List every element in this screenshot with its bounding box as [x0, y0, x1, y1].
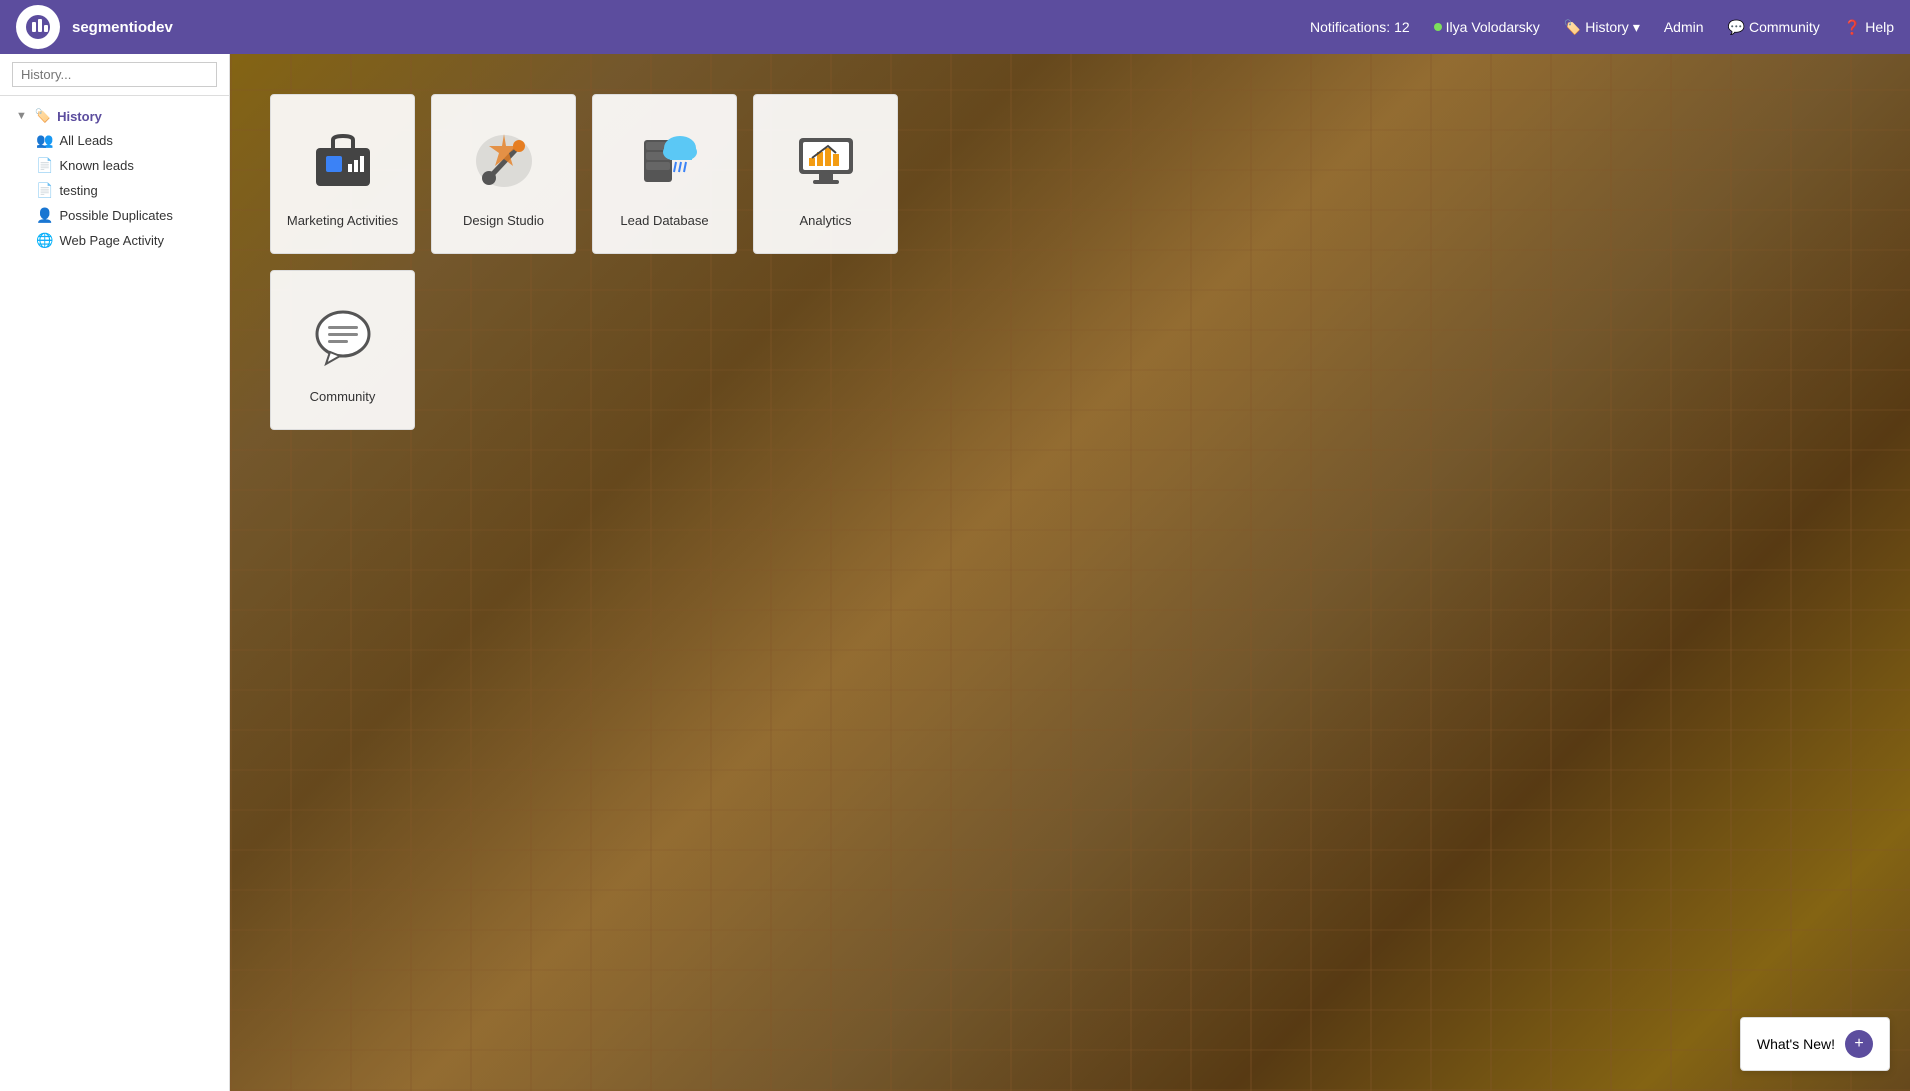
whats-new-label: What's New!: [1757, 1036, 1835, 1052]
tile-community-label: Community: [310, 389, 376, 404]
tile-design-studio-label: Design Studio: [463, 213, 544, 228]
history-tree-icon: 🏷️: [35, 108, 51, 124]
tile-marketing-activities[interactable]: Marketing Activities: [270, 94, 415, 254]
sidebar-item-testing[interactable]: 📄 testing: [0, 178, 229, 203]
testing-icon: 📄: [36, 182, 53, 199]
nav-items: Notifications: 12 Ilya Volodarsky 🏷️ His…: [1310, 19, 1894, 36]
content-area: Marketing Activities: [230, 54, 1910, 1091]
whats-new-panel[interactable]: What's New! +: [1740, 1017, 1890, 1071]
notifications-nav[interactable]: Notifications: 12: [1310, 19, 1410, 35]
history-icon: 🏷️: [1564, 19, 1581, 36]
history-nav[interactable]: 🏷️ History ▾: [1564, 19, 1640, 36]
tile-lead-database-label: Lead Database: [620, 213, 708, 228]
app-logo[interactable]: [16, 5, 60, 49]
sidebar: ▼ 🏷️ History 👥 All Leads 📄 Known leads 📄…: [0, 54, 230, 1091]
analytics-icon: [786, 121, 866, 201]
design-studio-icon: [464, 121, 544, 201]
sidebar-search-area: [0, 54, 229, 96]
help-nav[interactable]: ❓ Help: [1844, 19, 1894, 36]
web-page-icon: 🌐: [36, 232, 53, 249]
sidebar-item-history[interactable]: ▼ 🏷️ History: [0, 104, 229, 128]
main-layout: ▼ 🏷️ History 👥 All Leads 📄 Known leads 📄…: [0, 54, 1910, 1091]
tile-community[interactable]: Community: [270, 270, 415, 430]
sidebar-search-input[interactable]: [12, 62, 217, 87]
tree-expand-icon: ▼: [16, 110, 27, 122]
user-status-dot: [1434, 23, 1442, 31]
sidebar-tree: ▼ 🏷️ History 👥 All Leads 📄 Known leads 📄…: [0, 96, 229, 1091]
marketing-activities-icon: [303, 121, 383, 201]
admin-nav[interactable]: Admin: [1664, 19, 1704, 35]
app-name: segmentiodev: [72, 19, 173, 36]
whats-new-expand-button[interactable]: +: [1845, 1030, 1873, 1058]
known-leads-icon: 📄: [36, 157, 53, 174]
tile-marketing-activities-label: Marketing Activities: [287, 213, 398, 228]
expand-icon: +: [1854, 1035, 1863, 1053]
history-dropdown-icon: ▾: [1633, 19, 1640, 36]
tile-design-studio[interactable]: Design Studio: [431, 94, 576, 254]
tile-analytics[interactable]: Analytics: [753, 94, 898, 254]
community-nav[interactable]: 💬 Community: [1728, 19, 1820, 36]
tile-lead-database[interactable]: Lead Database: [592, 94, 737, 254]
community-nav-icon: 💬: [1728, 19, 1745, 36]
sidebar-item-known-leads[interactable]: 📄 Known leads: [0, 153, 229, 178]
top-navigation: segmentiodev Notifications: 12 Ilya Volo…: [0, 0, 1910, 54]
user-nav[interactable]: Ilya Volodarsky: [1434, 19, 1540, 35]
sidebar-item-web-page-activity[interactable]: 🌐 Web Page Activity: [0, 228, 229, 253]
sidebar-item-possible-duplicates[interactable]: 👤 Possible Duplicates: [0, 203, 229, 228]
tile-analytics-label: Analytics: [799, 213, 851, 228]
all-leads-icon: 👥: [36, 132, 53, 149]
community-icon: [303, 297, 383, 377]
lead-database-icon: [625, 121, 705, 201]
duplicates-icon: 👤: [36, 207, 53, 224]
sidebar-item-all-leads[interactable]: 👥 All Leads: [0, 128, 229, 153]
help-icon: ❓: [1844, 19, 1861, 36]
tiles-container: Marketing Activities: [270, 94, 898, 430]
